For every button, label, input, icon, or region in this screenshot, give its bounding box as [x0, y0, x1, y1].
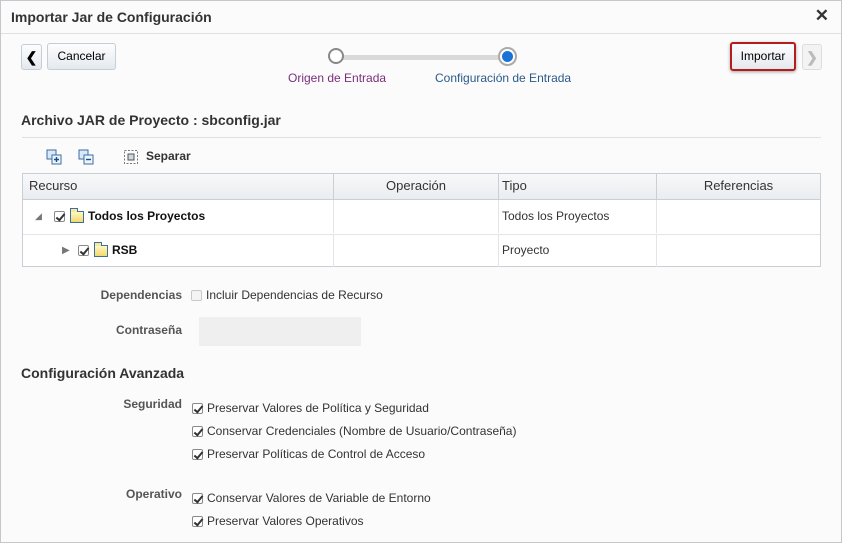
folder-icon — [94, 242, 108, 257]
train-stop-configuracion[interactable] — [498, 47, 517, 66]
keep-env-variables-label: Conservar Valores de Variable de Entorno — [207, 491, 431, 505]
detach-icon[interactable] — [123, 149, 139, 165]
close-icon[interactable]: ✕ — [815, 6, 829, 26]
dialog-title: Importar Jar de Configuración — [11, 9, 212, 25]
preserve-policy-checkbox[interactable] — [192, 403, 203, 414]
back-button[interactable]: ❮ — [21, 44, 42, 70]
column-header-referencias[interactable]: Referencias — [657, 174, 820, 199]
dependencies-label: Dependencias — [100, 288, 182, 302]
recurso-cell: ◢ Todos los Proyectos — [23, 200, 334, 233]
preserve-operational-checkbox[interactable] — [192, 516, 203, 527]
security-label: Seguridad — [123, 397, 182, 411]
column-header-recurso[interactable]: Recurso — [23, 174, 334, 199]
import-config-dialog: Importar Jar de Configuración ✕ ❮ Cancel… — [0, 0, 842, 543]
import-button[interactable]: Importar — [730, 42, 796, 71]
preserve-access-control-label: Preservar Políticas de Control de Acceso — [207, 447, 426, 461]
table-row[interactable]: ▶ RSB Proyecto — [23, 234, 820, 268]
tipo-cell: Todos los Proyectos — [499, 200, 657, 233]
dialog-titlebar: Importar Jar de Configuración ✕ — [1, 1, 841, 34]
cancel-button[interactable]: Cancelar — [47, 43, 116, 70]
column-header-operacion[interactable]: Operación — [334, 174, 499, 199]
resource-checkbox[interactable] — [54, 211, 65, 222]
tipo-cell: Proyecto — [499, 234, 657, 267]
step-label-configuracion[interactable]: Configuración de Entrada — [435, 71, 571, 85]
tree-collapsed-icon[interactable]: ▶ — [62, 245, 70, 256]
table-header: Recurso Operación Tipo Referencias — [23, 174, 820, 200]
resource-table: Recurso Operación Tipo Referencias ◢ Tod… — [22, 173, 821, 267]
referencias-cell — [657, 200, 820, 233]
keep-env-variables-checkbox[interactable] — [192, 493, 203, 504]
collapse-all-icon[interactable] — [78, 149, 94, 165]
resource-name: RSB — [112, 243, 138, 257]
jar-file-title: Archivo JAR de Proyecto : sbconfig.jar — [21, 112, 281, 128]
preserve-operational-label: Preservar Valores Operativos — [207, 514, 364, 528]
keep-credentials-label: Conservar Credenciales (Nombre de Usuari… — [207, 424, 517, 438]
include-dependencies-checkbox[interactable] — [191, 290, 202, 301]
next-button[interactable]: ❯ — [802, 44, 822, 70]
expand-all-icon[interactable] — [46, 149, 62, 165]
detach-label[interactable]: Separar — [146, 149, 191, 163]
include-dependencies-label: Incluir Dependencias de Recurso — [206, 288, 383, 302]
keep-credentials-checkbox[interactable] — [192, 426, 203, 437]
tree-toolbar: Separar — [22, 137, 821, 174]
password-field[interactable] — [199, 317, 361, 346]
password-label: Contraseña — [115, 323, 182, 337]
preserve-access-control-checkbox[interactable] — [192, 449, 203, 460]
resource-checkbox[interactable] — [78, 245, 89, 256]
operacion-cell — [334, 234, 499, 267]
train-stop-origen[interactable] — [328, 48, 344, 64]
referencias-cell — [657, 234, 820, 267]
operacion-cell — [334, 200, 499, 233]
resource-name: Todos los Proyectos — [88, 209, 206, 223]
tree-expanded-icon[interactable]: ◢ — [35, 211, 42, 222]
advanced-config-title: Configuración Avanzada — [21, 365, 185, 381]
train-track — [341, 55, 505, 60]
operational-label: Operativo — [125, 487, 182, 501]
recurso-cell: ▶ RSB — [23, 234, 334, 267]
current-step-dot — [502, 51, 513, 62]
table-row[interactable]: ◢ Todos los Proyectos Todos los Proyecto… — [23, 200, 820, 235]
column-header-tipo[interactable]: Tipo — [499, 174, 657, 199]
preserve-policy-label: Preservar Valores de Política y Segurida… — [207, 401, 429, 415]
step-label-origen[interactable]: Origen de Entrada — [288, 71, 386, 85]
folder-icon — [70, 208, 84, 223]
